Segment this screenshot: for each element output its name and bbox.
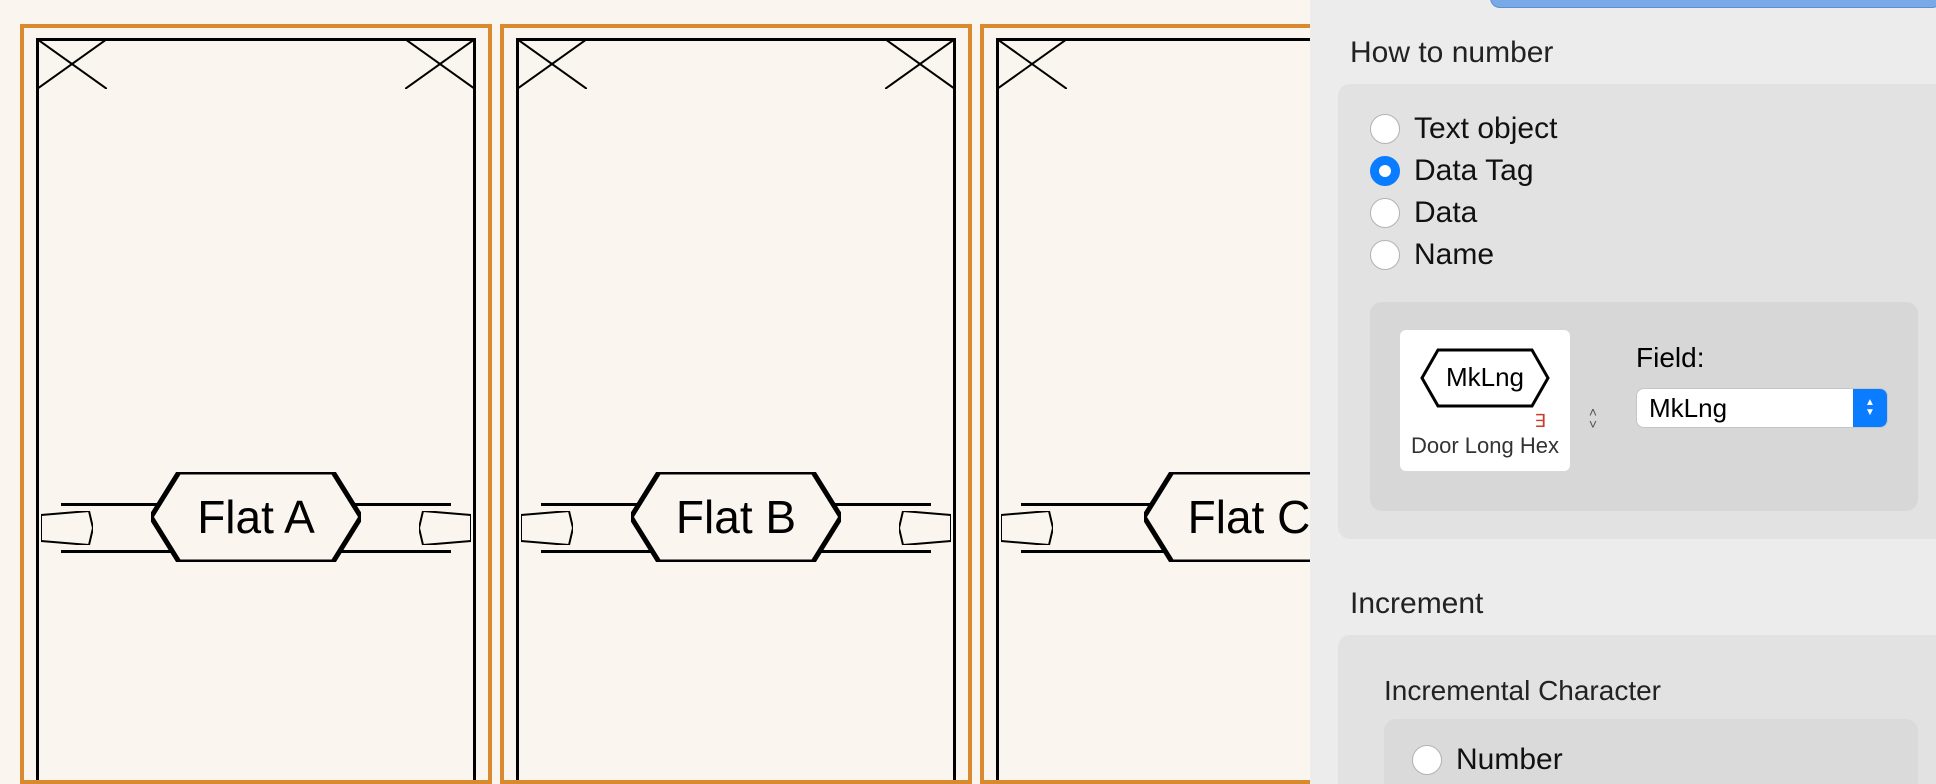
data-tag-field-box: MkLng ∃ Door Long Hex ˄ ˅ Field: MkLng ▲… <box>1370 302 1918 511</box>
corner-brace-icon <box>885 39 955 89</box>
data-tag-label: Flat A <box>151 472 361 562</box>
hinge-icon <box>521 511 573 545</box>
field-select-value: MkLng <box>1637 389 1853 427</box>
data-tag[interactable]: Flat C <box>1144 472 1310 562</box>
annotation-glyph-icon: ∃ <box>1516 415 1564 427</box>
radio-icon <box>1370 114 1400 144</box>
section-title-increment: Increment <box>1350 587 1936 621</box>
chevron-down-icon: ˅ <box>1584 419 1602 429</box>
incremental-character-group: Number Letter <box>1384 719 1918 784</box>
radio-label: Text object <box>1414 112 1557 146</box>
panel-header-accent <box>1490 0 1936 8</box>
radio-data-tag[interactable]: Data Tag <box>1370 154 1918 188</box>
field-select[interactable]: MkLng ▲▼ <box>1636 388 1888 428</box>
inspector-panel: How to number Text object Data Tag Data … <box>1310 0 1936 784</box>
radio-label: Number <box>1456 743 1563 777</box>
increment-group: Incremental Character Number Letter <box>1338 635 1936 784</box>
chevron-up-icon: ˄ <box>1584 407 1602 417</box>
data-tag[interactable]: Flat A <box>151 472 361 562</box>
flat-panel[interactable]: Flat B <box>500 24 972 784</box>
data-tag-label: Flat B <box>631 472 841 562</box>
field-label: Field: <box>1636 342 1888 374</box>
flat-panel[interactable]: Flat C <box>980 24 1310 784</box>
data-tag[interactable]: Flat B <box>631 472 841 562</box>
radio-icon <box>1412 745 1442 775</box>
radio-label: Name <box>1414 238 1494 272</box>
select-arrows-icon: ▲▼ <box>1853 389 1887 427</box>
tag-preview-stepper[interactable]: ˄ ˅ <box>1584 407 1602 429</box>
radio-icon <box>1370 156 1400 186</box>
how-to-number-group: Text object Data Tag Data Name <box>1338 84 1936 539</box>
hinge-icon <box>41 511 93 545</box>
radio-icon <box>1370 198 1400 228</box>
drawing-canvas[interactable]: Flat A Flat B <box>0 0 1310 784</box>
corner-brace-icon <box>517 39 587 89</box>
hinge-icon <box>1001 511 1053 545</box>
radio-data[interactable]: Data <box>1370 196 1918 230</box>
radio-icon <box>1370 240 1400 270</box>
data-tag-label: Flat C <box>1144 472 1310 562</box>
flat-panel[interactable]: Flat A <box>20 24 492 784</box>
corner-brace-icon <box>405 39 475 89</box>
sub-title-incremental-character: Incremental Character <box>1384 675 1918 707</box>
corner-brace-icon <box>37 39 107 89</box>
radio-name[interactable]: Name <box>1370 238 1918 272</box>
tag-preview-caption: Door Long Hex <box>1406 433 1564 459</box>
hinge-icon <box>899 511 951 545</box>
radio-number[interactable]: Number <box>1412 743 1890 777</box>
radio-label: Data Tag <box>1414 154 1534 188</box>
corner-brace-icon <box>997 39 1067 89</box>
tag-preview-text: MkLng <box>1406 362 1564 393</box>
radio-text-object[interactable]: Text object <box>1370 112 1918 146</box>
section-title-how-to-number: How to number <box>1350 36 1936 70</box>
hinge-icon <box>419 511 471 545</box>
radio-label: Data <box>1414 196 1477 230</box>
tag-preview-card[interactable]: MkLng ∃ Door Long Hex <box>1400 330 1570 471</box>
